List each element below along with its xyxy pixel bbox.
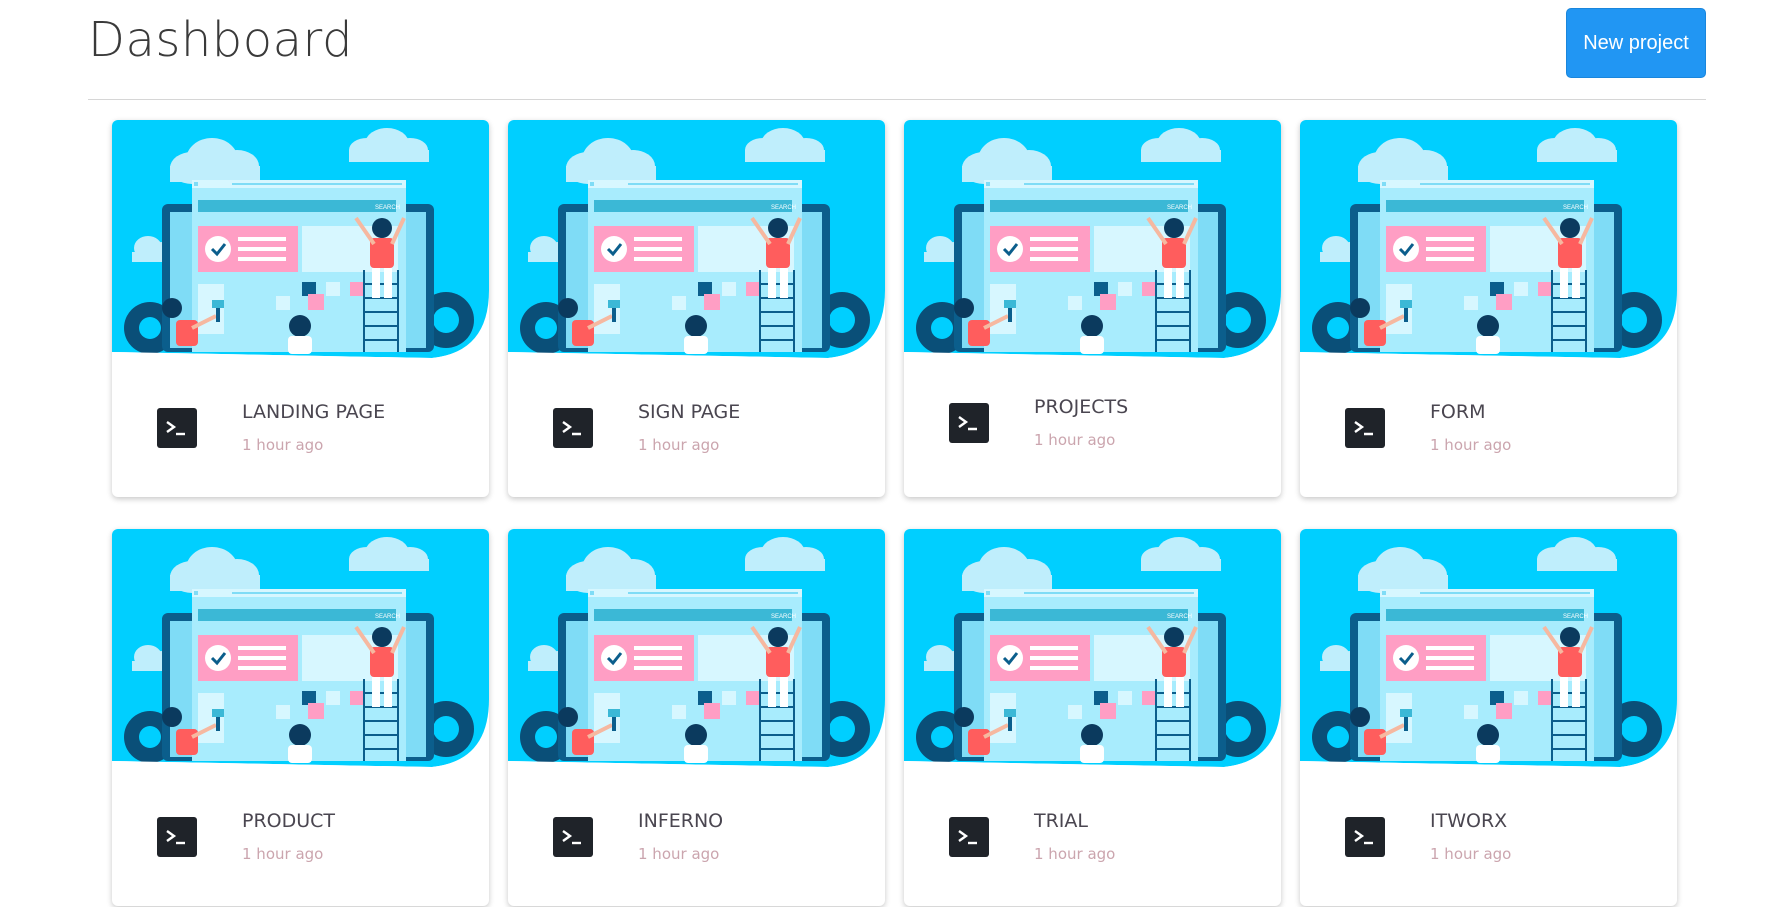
terminal-icon bbox=[553, 817, 593, 857]
project-card-body: FORM 1 hour ago bbox=[1300, 368, 1677, 497]
terminal-icon bbox=[1345, 817, 1385, 857]
project-card-body: INFERNO 1 hour ago bbox=[508, 777, 885, 906]
project-title: TRIAL bbox=[1034, 810, 1088, 832]
project-card[interactable]: LANDING PAGE 1 hour ago bbox=[112, 120, 489, 497]
terminal-icon bbox=[949, 403, 989, 443]
dashboard-header: Dashboard New project bbox=[88, 0, 1706, 100]
project-timestamp: 1 hour ago bbox=[1034, 431, 1116, 449]
project-card[interactable]: SIGN PAGE 1 hour ago bbox=[508, 120, 885, 497]
project-illustration bbox=[1300, 529, 1677, 777]
project-card-body: ITWORX 1 hour ago bbox=[1300, 777, 1677, 906]
project-card-body: PRODUCT 1 hour ago bbox=[112, 777, 489, 906]
terminal-icon bbox=[157, 817, 197, 857]
project-card-body: PROJECTS 1 hour ago bbox=[904, 368, 1281, 497]
project-illustration bbox=[112, 529, 489, 777]
project-title: PROJECTS bbox=[1034, 396, 1129, 418]
project-title: ITWORX bbox=[1430, 810, 1508, 832]
project-timestamp: 1 hour ago bbox=[638, 436, 720, 454]
terminal-icon bbox=[157, 408, 197, 448]
project-timestamp: 1 hour ago bbox=[242, 436, 324, 454]
project-card[interactable]: PRODUCT 1 hour ago bbox=[112, 529, 489, 906]
new-project-button[interactable]: New project bbox=[1566, 8, 1706, 78]
project-illustration bbox=[904, 529, 1281, 777]
project-grid: LANDING PAGE 1 hour ago SIGN PAGE 1 hour… bbox=[112, 120, 1677, 906]
project-timestamp: 1 hour ago bbox=[242, 845, 324, 863]
project-card-body: LANDING PAGE 1 hour ago bbox=[112, 368, 489, 497]
terminal-icon bbox=[553, 408, 593, 448]
project-card[interactable]: FORM 1 hour ago bbox=[1300, 120, 1677, 497]
project-timestamp: 1 hour ago bbox=[1430, 436, 1512, 454]
project-timestamp: 1 hour ago bbox=[1430, 845, 1512, 863]
project-title: PRODUCT bbox=[242, 810, 336, 832]
project-illustration bbox=[1300, 120, 1677, 368]
project-illustration bbox=[508, 529, 885, 777]
project-title: SIGN PAGE bbox=[638, 401, 741, 423]
project-card[interactable]: TRIAL 1 hour ago bbox=[904, 529, 1281, 906]
project-timestamp: 1 hour ago bbox=[638, 845, 720, 863]
project-card-body: TRIAL 1 hour ago bbox=[904, 777, 1281, 906]
project-card[interactable]: INFERNO 1 hour ago bbox=[508, 529, 885, 906]
project-title: LANDING PAGE bbox=[242, 401, 386, 423]
project-illustration bbox=[508, 120, 885, 368]
project-illustration bbox=[904, 120, 1281, 368]
project-card[interactable]: ITWORX 1 hour ago bbox=[1300, 529, 1677, 906]
project-title: INFERNO bbox=[638, 810, 724, 832]
project-card[interactable]: PROJECTS 1 hour ago bbox=[904, 120, 1281, 497]
page-title: Dashboard bbox=[88, 12, 353, 68]
project-timestamp: 1 hour ago bbox=[1034, 845, 1116, 863]
terminal-icon bbox=[1345, 408, 1385, 448]
project-title: FORM bbox=[1430, 401, 1486, 423]
project-card-body: SIGN PAGE 1 hour ago bbox=[508, 368, 885, 497]
terminal-icon bbox=[949, 817, 989, 857]
project-illustration bbox=[112, 120, 489, 368]
